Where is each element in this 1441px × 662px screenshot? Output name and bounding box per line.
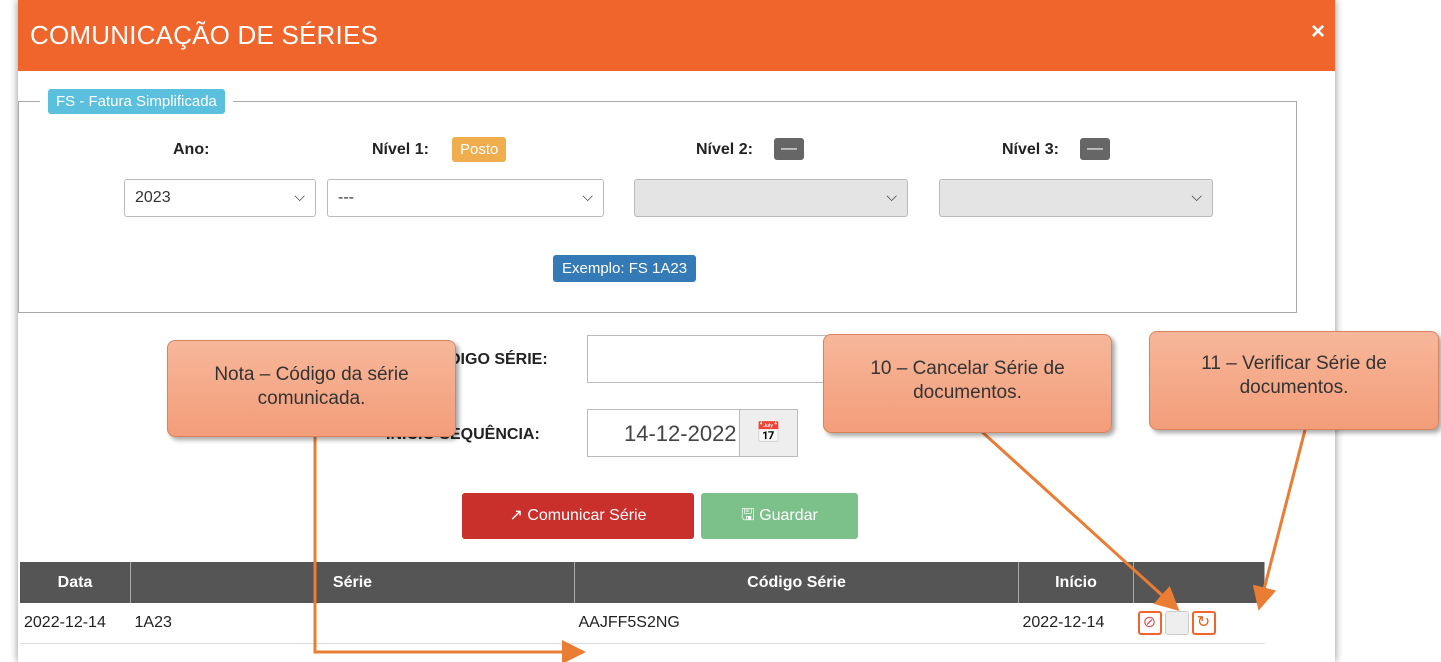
nivel2-label: Nível 2: [696, 141, 753, 158]
nivel1-select[interactable]: --- ⌵ [327, 179, 604, 217]
codigo-serie-input[interactable] [587, 335, 847, 383]
chevron-down-icon: ⌵ [294, 188, 305, 204]
legend-badge: FS - Fatura Simplificada [48, 89, 225, 114]
comunicar-serie-label: Comunicar Série [527, 507, 647, 524]
ano-select[interactable]: 2023 ⌵ [124, 179, 316, 217]
col-codigo-serie[interactable]: Código Série [574, 562, 1019, 603]
modal-title: COMUNICAÇÃO DE SÉRIES [30, 20, 379, 50]
series-table: Data Série Código Série Início 2022-12-1… [20, 562, 1265, 644]
nivel3-label: Nível 3: [1002, 141, 1059, 158]
refresh-icon[interactable]: ↻ [1191, 611, 1216, 635]
callout-verificar: 11 – Verificar Série de documentos. [1149, 331, 1439, 430]
nivel2-badge: — [774, 138, 804, 160]
save-icon: 🖫 [741, 507, 755, 524]
table-row[interactable]: 2022-12-14 1A23 AAJFF5S2NG 2022-12-14 ⊘ ↻ [20, 603, 1265, 644]
ban-icon[interactable]: ⊘ [1137, 611, 1162, 635]
chevron-down-icon: ⌵ [582, 188, 593, 204]
table-header-row: Data Série Código Série Início [20, 562, 1265, 603]
comunicar-serie-button[interactable]: ↗ Comunicar Série [462, 493, 694, 539]
modal-header: COMUNICAÇÃO DE SÉRIES × [18, 0, 1335, 71]
callout-nota: Nota – Código da série comunicada. [167, 340, 456, 437]
inicio-sequencia-input[interactable]: 14-12-2022 [587, 409, 740, 457]
nivel1-select-value: --- [338, 189, 354, 206]
guardar-label: Guardar [759, 507, 818, 524]
cell-actions: ⊘ ↻ [1133, 603, 1265, 644]
nivel2-select[interactable]: ⌵ [634, 179, 908, 217]
blank-action-button[interactable] [1164, 611, 1189, 635]
callout-cancelar: 10 – Cancelar Série de documentos. [823, 334, 1112, 433]
chevron-down-icon: ⌵ [886, 188, 897, 204]
chevron-down-icon: ⌵ [1191, 188, 1202, 204]
inicio-sequencia-value: 14-12-2022 [624, 421, 737, 446]
nivel1-badge: Posto [452, 137, 507, 162]
ano-label: Ano: [173, 141, 210, 158]
cell-codigo: AAJFF5S2NG [574, 603, 1019, 644]
example-badge: Exemplo: FS 1A23 [553, 255, 697, 282]
cell-serie: 1A23 [130, 603, 575, 644]
close-icon[interactable]: × [1311, 18, 1325, 46]
cell-data: 2022-12-14 [20, 603, 131, 644]
cell-inicio: 2022-12-14 [1018, 603, 1134, 644]
nivel3-select[interactable]: ⌵ [939, 179, 1213, 217]
external-link-icon: ↗ [509, 507, 523, 524]
col-data[interactable]: Data [20, 562, 131, 603]
ano-select-value: 2023 [135, 189, 171, 206]
fieldset-legend: FS - Fatura Simplificada [40, 89, 233, 114]
col-inicio[interactable]: Início [1018, 562, 1134, 603]
guardar-button[interactable]: 🖫 Guardar [701, 493, 858, 539]
col-actions [1133, 562, 1265, 603]
col-serie[interactable]: Série [130, 562, 575, 603]
nivel3-badge: — [1080, 138, 1110, 160]
nivel1-label: Nível 1: [372, 141, 429, 158]
calendar-icon[interactable]: 📅 [739, 409, 798, 457]
